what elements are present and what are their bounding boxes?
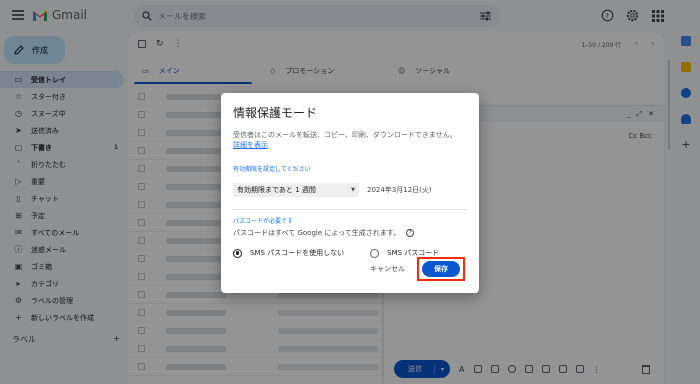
divider xyxy=(233,209,467,210)
expiry-select-value: 有効期限まであと 1 週間 xyxy=(237,186,316,194)
cancel-button[interactable]: キャンセル xyxy=(370,264,405,274)
expiry-label: 有効期限を設定してください xyxy=(233,166,311,173)
expiry-date: 2024年3月12日(火) xyxy=(367,186,432,194)
confidential-mode-dialog: 情報保護モード 受信者はこのメールを転送、コピー、印刷、ダウンロードできません。… xyxy=(221,93,479,293)
dialog-actions: キャンセル 保存 xyxy=(370,257,465,281)
help-icon[interactable]: ? xyxy=(406,229,415,237)
caret-down-icon: ▼ xyxy=(351,187,355,193)
save-button[interactable]: 保存 xyxy=(422,261,460,277)
save-highlight-box: 保存 xyxy=(417,257,465,281)
dialog-title: 情報保護モード xyxy=(233,106,318,120)
details-link[interactable]: 詳細を表示 xyxy=(233,140,467,150)
radio-no-sms-label[interactable]: SMS パスコードを使用しない xyxy=(250,248,344,258)
passcode-label: パスコードが必要です xyxy=(233,218,294,225)
radio-no-sms[interactable] xyxy=(233,248,242,258)
passcode-note: パスコードはすべて Google によって生成されます。 xyxy=(233,229,401,237)
dialog-description: 受信者はこのメールを転送、コピー、印刷、ダウンロードできません。 xyxy=(233,131,457,139)
expiry-select[interactable]: 有効期限まであと 1 週間 ▼ xyxy=(233,183,359,197)
